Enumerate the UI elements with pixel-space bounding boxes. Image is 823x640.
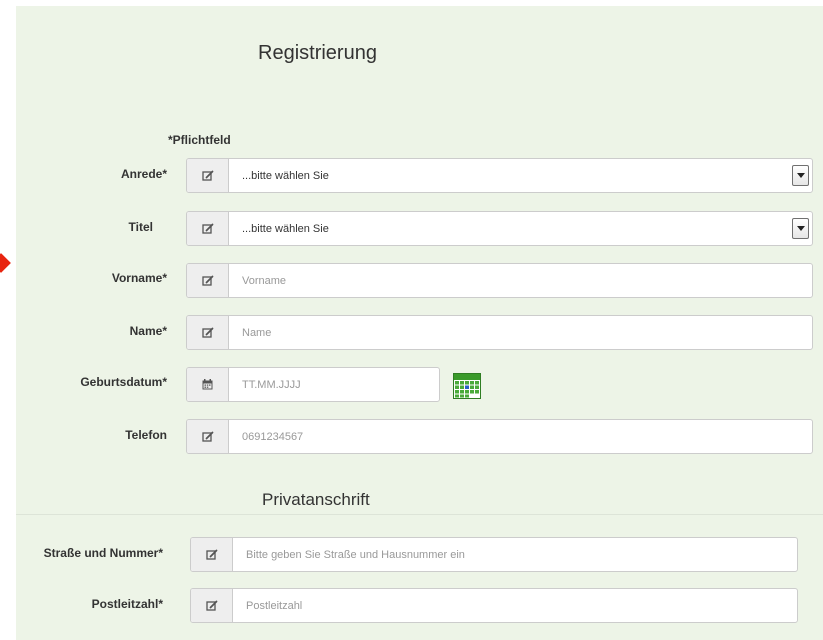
edit-icon <box>191 538 233 571</box>
telefon-label: Telefon <box>125 428 167 442</box>
calendar-icon <box>187 368 229 401</box>
anrede-selected-value: ...bitte wählen Sie <box>242 169 329 182</box>
anrede-label: Anrede* <box>120 167 167 181</box>
red-arrow-marker <box>0 253 11 273</box>
strasse-label: Straße und Nummer* <box>43 546 163 560</box>
edit-icon <box>187 212 229 245</box>
vorname-label: Vorname* <box>111 271 167 285</box>
telefon-field[interactable]: 0691234567 <box>186 419 813 454</box>
form-title: Registrierung <box>258 42 377 64</box>
name-field[interactable]: Name <box>186 315 813 350</box>
chevron-down-icon[interactable] <box>792 165 809 186</box>
edit-icon <box>187 264 229 297</box>
required-field-note: *Pflichtfeld <box>168 133 231 147</box>
section-divider <box>16 514 823 515</box>
vorname-input[interactable]: Vorname <box>229 264 812 297</box>
plz-input[interactable]: Postleitzahl <box>233 589 797 622</box>
plz-field[interactable]: Postleitzahl <box>190 588 798 623</box>
date-picker-button[interactable] <box>453 373 481 399</box>
anrede-select[interactable]: ...bitte wählen Sie <box>186 158 813 193</box>
titel-label: Titel <box>128 220 153 234</box>
edit-icon <box>187 316 229 349</box>
name-input[interactable]: Name <box>229 316 812 349</box>
plz-label: Postleitzahl* <box>91 597 163 611</box>
chevron-down-icon[interactable] <box>792 218 809 239</box>
calendar-grid-icon <box>453 373 481 399</box>
geburtsdatum-input[interactable]: TT.MM.JJJJ <box>229 368 439 401</box>
strasse-input[interactable]: Bitte geben Sie Straße und Hausnummer ei… <box>233 538 797 571</box>
edit-icon <box>187 420 229 453</box>
strasse-field[interactable]: Bitte geben Sie Straße und Hausnummer ei… <box>190 537 798 572</box>
titel-selected-value: ...bitte wählen Sie <box>242 222 329 235</box>
geburtsdatum-label: Geburtsdatum* <box>80 375 167 389</box>
edit-icon <box>191 589 233 622</box>
section-title-privatanschrift: Privatanschrift <box>262 490 370 509</box>
geburtsdatum-field[interactable]: TT.MM.JJJJ <box>186 367 440 402</box>
edit-icon <box>187 159 229 192</box>
telefon-input[interactable]: 0691234567 <box>229 420 812 453</box>
vorname-field[interactable]: Vorname <box>186 263 813 298</box>
name-label: Name* <box>129 324 167 338</box>
titel-select[interactable]: ...bitte wählen Sie <box>186 211 813 246</box>
